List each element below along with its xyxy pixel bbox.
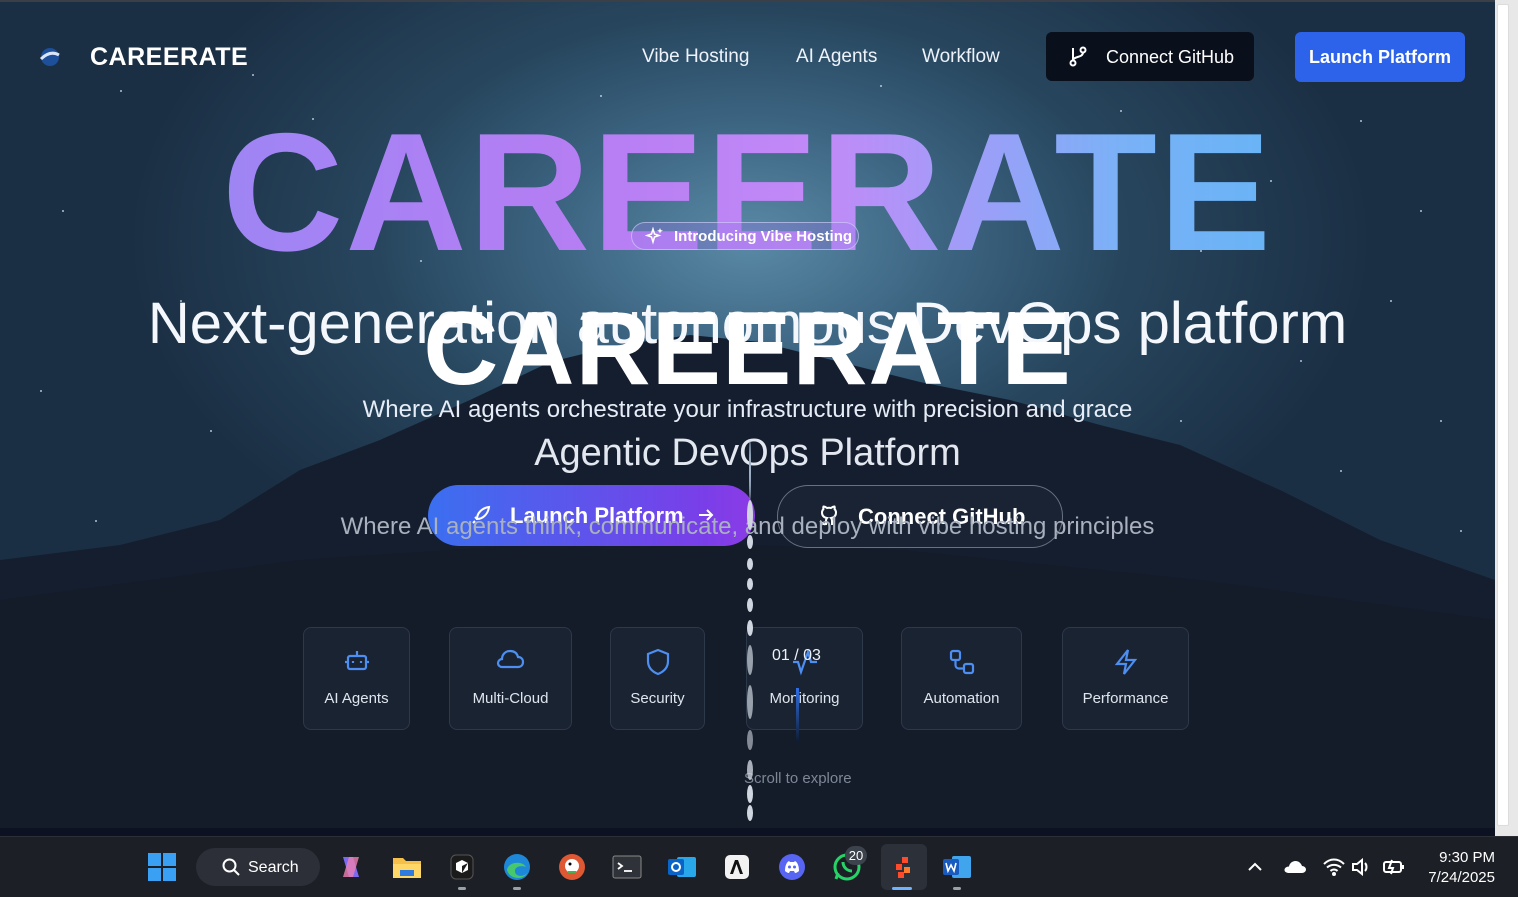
anthropic-icon[interactable] <box>717 847 757 887</box>
feature-automation[interactable]: Automation <box>901 627 1022 730</box>
hero-overlay-title: CAREERATE <box>423 291 1072 407</box>
light-beam-decoration <box>747 440 753 825</box>
shield-icon <box>611 648 704 676</box>
feature-label: Security <box>630 690 685 707</box>
sparkles-icon <box>645 227 663 245</box>
active-indicator <box>892 887 912 890</box>
running-indicator <box>513 887 521 890</box>
launch-platform-button[interactable]: Launch Platform <box>1295 32 1465 82</box>
taskbar-clock[interactable]: 9:30 PM 7/24/2025 <box>1428 848 1495 888</box>
active-app-icon[interactable] <box>881 844 927 890</box>
zap-icon <box>1063 648 1188 676</box>
nav-workflow[interactable]: Workflow <box>922 46 1000 68</box>
windows-start-icon[interactable] <box>142 847 182 887</box>
outlook-icon[interactable] <box>662 847 702 887</box>
feature-label: Monitoring <box>769 690 840 707</box>
windows-taskbar: Search <box>0 836 1518 897</box>
duckduckgo-icon[interactable] <box>552 847 592 887</box>
feature-security[interactable]: Security <box>610 627 705 730</box>
feature-monitoring[interactable]: Monitoring <box>746 627 863 730</box>
feature-label: Automation <box>923 690 1000 707</box>
clock-date: 7/24/2025 <box>1428 869 1495 886</box>
hero-subtitle: Where AI agents orchestrate your infrast… <box>362 396 1133 423</box>
careerate-logo-icon[interactable] <box>38 46 62 68</box>
introducing-badge-label: Introducing Vibe Hosting <box>674 228 853 245</box>
feature-performance[interactable]: Performance <box>1062 627 1189 730</box>
feature-ai-agents[interactable]: AI Agents <box>303 627 410 730</box>
onedrive-cloud-icon[interactable] <box>1275 847 1315 887</box>
volume-icon[interactable] <box>1344 847 1380 887</box>
cloud-icon <box>450 648 571 672</box>
taskbar-search-label: Search <box>248 859 299 876</box>
launch-platform-label: Launch Platform <box>1308 47 1451 67</box>
nav-vibe-hosting[interactable]: Vibe Hosting <box>642 46 749 68</box>
running-indicator <box>953 887 961 890</box>
connect-github-label: Connect GitHub <box>1106 47 1235 67</box>
git-branch-icon <box>1068 45 1088 72</box>
connect-github-button[interactable]: Connect GitHub <box>1046 32 1254 81</box>
workflow-icon <box>902 648 1021 676</box>
scroll-progress-line <box>796 688 799 743</box>
running-indicator <box>458 887 466 890</box>
clock-time: 9:30 PM <box>1439 849 1495 866</box>
app-icon[interactable] <box>442 847 482 887</box>
word-icon[interactable] <box>937 847 977 887</box>
whatsapp-badge: 20 <box>845 846 867 865</box>
search-icon <box>222 858 240 876</box>
scroll-hint: Scroll to explore <box>744 770 852 787</box>
hero-big-title: CAREERATE <box>0 108 1495 276</box>
chevron-up-icon[interactable] <box>1235 847 1275 887</box>
discord-icon[interactable] <box>772 847 812 887</box>
battery-icon[interactable] <box>1376 847 1412 887</box>
introducing-badge[interactable]: Introducing Vibe Hosting <box>631 222 859 250</box>
page-scrollbar[interactable] <box>1495 0 1518 836</box>
feature-multi-cloud[interactable]: Multi-Cloud <box>449 627 572 730</box>
copilot-icon[interactable] <box>331 847 371 887</box>
feature-label: Multi-Cloud <box>472 690 549 707</box>
brand-name[interactable]: CAREERATE <box>90 43 248 72</box>
file-explorer-icon[interactable] <box>387 847 427 887</box>
scrollbar-thumb[interactable] <box>1497 4 1509 826</box>
taskbar-search[interactable]: Search <box>196 848 320 886</box>
feature-label: Performance <box>1082 690 1169 707</box>
slide-counter: 01 / 03 <box>772 647 821 664</box>
nav-ai-agents[interactable]: AI Agents <box>796 46 877 68</box>
feature-label: AI Agents <box>324 690 389 707</box>
bot-icon <box>304 648 409 674</box>
web-page: CAREERATE Vibe Hosting AI Agents Workflo… <box>0 0 1495 828</box>
terminal-icon[interactable] <box>607 847 647 887</box>
edge-icon[interactable] <box>497 847 537 887</box>
